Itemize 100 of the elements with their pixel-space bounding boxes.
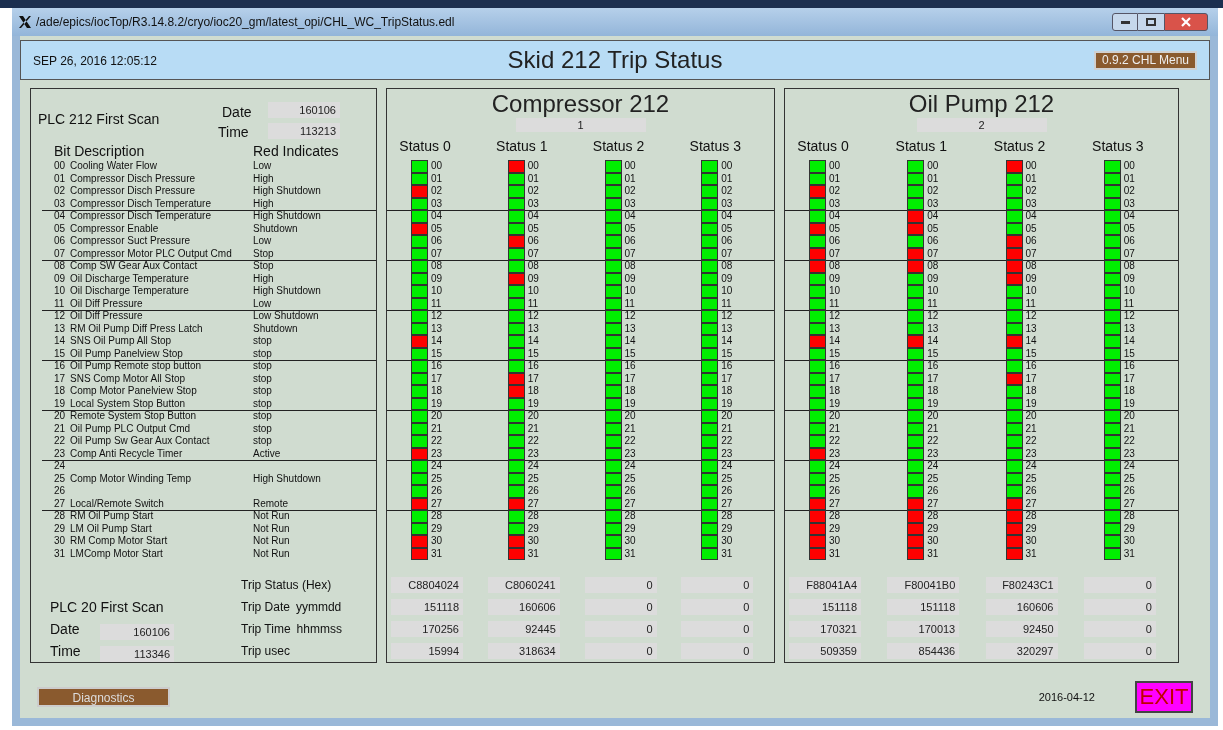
trip-condition-text: High Shutdown [253,472,321,486]
status-heading: Status 2 [591,138,646,154]
trip-condition-text: Low [253,297,272,311]
bit-number: 21 [527,422,539,436]
bit-number: 18 [1123,385,1135,398]
bit-number: 07 [1123,247,1135,261]
bit-number: 10 [1123,285,1135,298]
bit-number: 00 [721,160,733,173]
bit-number: 28 [927,510,939,523]
status-heading: Status 1 [495,138,549,154]
bit-number: 19 [1123,397,1135,411]
trip-condition-text: High Shutdown [253,185,321,198]
bit-number: 16 [1123,360,1135,373]
bit-number: 06 [1123,235,1135,248]
bit-description: Local/Remote Switch [70,497,165,511]
trip-value-field: 0 [584,577,657,593]
trip-value-field: 0 [681,599,754,615]
trip-condition-text: Low Shutdown [253,310,319,323]
bit-number: 00 [54,160,67,173]
bit-number: 16 [527,360,539,373]
bit-number: 21 [1025,422,1037,436]
bit-number: 01 [829,172,841,186]
bit-number: 31 [927,547,939,561]
bit-number: 08 [1123,260,1135,273]
bit-number: 21 [829,422,841,436]
trip-value-field: 0 [584,599,657,615]
bit-number: 15 [1025,347,1037,361]
bit-number: 17 [721,372,733,386]
menu-button[interactable]: 0.9.2 CHL Menu [1094,50,1197,70]
bit-number: 22 [431,435,443,448]
close-button[interactable] [1164,13,1208,31]
bit-number: 02 [624,185,636,198]
bit-number: 25 [431,472,443,486]
bit-number: 14 [527,335,539,348]
bit-number: 29 [829,522,841,536]
bit-number: 28 [431,510,443,523]
trip-condition-text: stop [253,422,272,436]
bit-number: 14 [1025,335,1037,348]
bit-number: 03 [829,197,841,211]
trip-condition-text: stop [253,410,272,423]
bit-number: 01 [54,172,67,186]
bit-number: 07 [54,247,67,261]
bit-number: 00 [829,160,841,173]
bit-number: 15 [721,347,733,361]
bit-number: 10 [1025,285,1037,298]
bit-number: 25 [624,472,636,486]
bit-description: SNS Oil Pump All Stop [70,335,173,348]
time-label: Time [218,123,249,142]
trip-condition-text: Remote [253,497,288,511]
trip-condition-text: High [253,272,274,286]
bit-number: 28 [1025,510,1037,523]
minimize-button[interactable] [1112,13,1138,31]
bit-number: 24 [927,460,939,473]
bit-number: 13 [927,322,939,336]
bit-number: 21 [721,422,733,436]
bit-number: 13 [829,322,841,336]
bit-number: 05 [721,222,733,236]
bit-number: 21 [54,422,67,436]
status-heading: Status 3 [688,138,742,154]
trip-value-field: 0 [681,577,754,593]
bit-number: 25 [1025,472,1037,486]
bit-number: 26 [624,485,636,498]
column-header: Bit Description [54,142,145,161]
bit-number: 15 [54,347,67,361]
bit-number: 31 [1025,547,1037,561]
bit-number: 07 [527,247,539,261]
bit-number: 03 [431,197,443,211]
bit-number: 02 [54,185,67,198]
maximize-button[interactable] [1138,13,1164,31]
bit-number: 18 [927,385,939,398]
bit-number: 16 [624,360,636,373]
bit-number: 28 [624,510,636,523]
trip-condition-text: Not Run [253,522,290,536]
diagnostics-button[interactable]: Diagnostics [37,687,170,707]
bit-number: 21 [927,422,939,436]
trip-value-field: 0 [681,643,754,659]
bit-number: 17 [927,372,939,386]
bit-number: 28 [721,510,733,523]
bit-number: 14 [829,335,841,348]
bit-number: 26 [721,485,733,498]
date-label: Date [50,620,81,639]
trip-value-field: 170256 [391,621,463,637]
trip-value-field: 320297 [985,643,1058,659]
bit-number: 17 [1025,372,1037,386]
bit-number: 07 [431,247,443,261]
bit-number: 16 [1025,360,1037,373]
bit-number: 17 [829,372,841,386]
bit-number: 05 [431,222,443,236]
bit-number: 09 [1025,272,1037,286]
bit-number: 12 [721,310,733,323]
bit-number: 22 [927,435,939,448]
trip-value-field: 151118 [887,599,960,615]
bit-number: 16 [54,360,67,373]
trip-value-field: C8060241 [487,577,560,593]
trip-value-field: 318634 [487,643,560,659]
bit-number: 26 [527,485,539,498]
unit-title: Oil Pump 212 [908,90,1055,118]
bit-number: 18 [54,385,67,398]
trip-value-field: 151118 [391,599,463,615]
bit-number: 05 [927,222,939,236]
